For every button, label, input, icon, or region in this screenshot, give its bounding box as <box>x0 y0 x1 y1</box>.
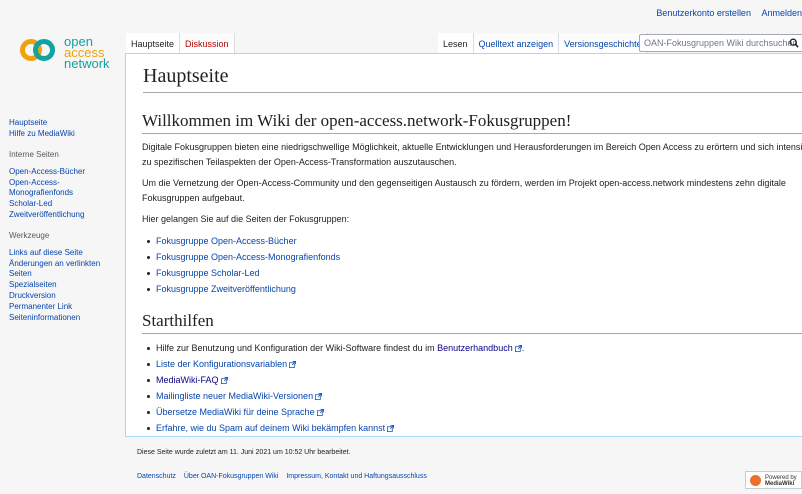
powered-by-mediawiki-badge[interactable]: Powered by MediaWiki <box>745 471 802 489</box>
list-item: Fokusgruppe Open-Access-Monografienfonds <box>147 249 802 265</box>
create-account-link[interactable]: Benutzerkonto erstellen <box>656 8 751 18</box>
privacy-link[interactable]: Datenschutz <box>137 473 176 480</box>
list-item: Fokusgruppe Open-Access-Bücher <box>147 233 802 249</box>
external-link-icon <box>289 361 297 368</box>
list-item: Fokusgruppe Scholar-Led <box>147 265 802 281</box>
spam-link[interactable]: Erfahre, wie du Spam auf deinem Wiki bek… <box>156 423 385 433</box>
sidebar-item-secondary-publication[interactable]: Zweitveröffentlichung <box>9 210 121 220</box>
sidebar-item-oa-monograph-funds[interactable]: Open-Access-Monografienfonds <box>9 178 121 198</box>
powered-by-text: Powered by MediaWiki <box>765 475 797 487</box>
search-icon[interactable] <box>789 38 799 48</box>
sidebar-heading-tools: Werkzeuge <box>9 231 50 240</box>
list-item: Fokusgruppe Zweitveröffentlichung <box>147 281 802 297</box>
page-body: Willkommen im Wiki der open-access.netwo… <box>142 111 802 442</box>
focus-group-link-scholar-led[interactable]: Fokusgruppe Scholar-Led <box>156 268 260 278</box>
mediawiki-flower-icon <box>750 475 761 486</box>
focus-group-link-monograph-funds[interactable]: Fokusgruppe Open-Access-Monografienfonds <box>156 252 340 262</box>
logo-text-network: network <box>64 56 110 71</box>
help-end: . <box>521 343 525 353</box>
powered-by-line2: MediaWiki <box>765 481 795 487</box>
mailing-list-link[interactable]: Mailingliste neuer MediaWiki-Versionen <box>156 391 313 401</box>
sidebar-heading-internal: Interne Seiten <box>9 150 59 159</box>
list-item: Liste der Konfigurationsvariablen <box>147 356 802 372</box>
sidebar-item-help[interactable]: Hilfe zu MediaWiki <box>9 129 121 139</box>
sidebar-tools: Links auf diese Seite Änderungen an verl… <box>9 248 121 323</box>
start-help-heading: Starthilfen <box>142 311 802 334</box>
tab-discussion[interactable]: Diskussion <box>180 33 235 53</box>
tab-main-page[interactable]: Hauptseite <box>126 33 181 53</box>
config-vars-link[interactable]: Liste der Konfigurationsvariablen <box>156 359 287 369</box>
help-text: Hilfe zur Benutzung und Konfiguration de… <box>156 343 438 353</box>
list-item: Erfahre, wie du Spam auf deinem Wiki bek… <box>147 420 802 436</box>
page-title: Hauptseite <box>143 65 802 93</box>
user-guide-link[interactable]: Benutzerhandbuch <box>437 343 513 353</box>
sidebar-navigation: Hauptseite Hilfe zu MediaWiki <box>9 118 121 139</box>
sidebar: Hauptseite Hilfe zu MediaWiki Interne Se… <box>9 118 121 324</box>
namespace-tabs: Hauptseite Diskussion <box>126 33 235 53</box>
about-link[interactable]: Über OAN-Fokusgruppen Wiki <box>184 473 279 480</box>
list-item: Mailingliste neuer MediaWiki-Versionen <box>147 388 802 404</box>
content-area: Hauptseite Willkommen im Wiki der open-a… <box>125 53 802 437</box>
intro-paragraph-1: Digitale Fokusgruppen bieten eine niedri… <box>142 142 802 167</box>
imprint-link[interactable]: Impressum, Kontakt und Haftungsausschlus… <box>286 473 426 480</box>
focus-group-list: Fokusgruppe Open-Access-Bücher Fokusgrup… <box>142 233 802 297</box>
external-link-icon <box>220 377 228 384</box>
sidebar-item-scholar-led[interactable]: Scholar-Led <box>9 199 121 209</box>
footer: Diese Seite wurde zuletzt am 11. Juni 20… <box>137 449 427 480</box>
view-tabs: Lesen Quelltext anzeigen Versionsgeschic… <box>438 33 648 53</box>
focus-group-link-secondary-publication[interactable]: Fokusgruppe Zweitveröffentlichung <box>156 284 296 294</box>
faq-link[interactable]: MediaWiki-FAQ <box>156 375 219 385</box>
focus-group-link-oa-books[interactable]: Fokusgruppe Open-Access-Bücher <box>156 236 297 246</box>
logo-ring-teal <box>33 39 55 61</box>
tab-view-source[interactable]: Quelltext anzeigen <box>473 33 560 53</box>
sidebar-item-oa-books[interactable]: Open-Access-Bücher <box>9 167 121 177</box>
sidebar-item-main-page[interactable]: Hauptseite <box>9 118 121 128</box>
translate-link[interactable]: Übersetze MediaWiki für deine Sprache <box>156 407 315 417</box>
external-link-icon <box>316 409 324 416</box>
search-input[interactable]: OAN-Fokusgruppen Wiki durchsuchen <box>639 34 802 52</box>
sidebar-item-page-info[interactable]: Seiteninformationen <box>9 313 121 323</box>
external-link-icon <box>315 393 323 400</box>
intro-paragraph-3: Hier gelangen Sie auf die Seiten der Fok… <box>142 214 350 224</box>
welcome-heading: Willkommen im Wiki der open-access.netwo… <box>142 111 802 134</box>
last-modified: Diese Seite wurde zuletzt am 11. Juni 20… <box>137 449 351 456</box>
tab-history[interactable]: Versionsgeschichte <box>559 33 648 53</box>
login-link[interactable]: Anmelden <box>761 8 802 18</box>
list-item: MediaWiki-FAQ <box>147 372 802 388</box>
site-logo[interactable]: open access network <box>20 35 125 76</box>
sidebar-item-related-changes[interactable]: Änderungen an verlinkten Seiten <box>9 259 121 279</box>
external-link-icon <box>514 345 522 352</box>
sidebar-item-printable[interactable]: Druckversion <box>9 291 121 301</box>
list-item: Übersetze MediaWiki für deine Sprache <box>147 404 802 420</box>
external-link-icon <box>387 425 395 432</box>
tab-read[interactable]: Lesen <box>438 33 474 53</box>
footer-links: Datenschutz Über OAN-Fokusgruppen Wiki I… <box>137 473 433 480</box>
search-placeholder: OAN-Fokusgruppen Wiki durchsuchen <box>644 38 798 48</box>
personal-tools: Benutzerkonto erstellen Anmelden <box>648 8 802 18</box>
sidebar-internal-pages: Open-Access-Bücher Open-Access-Monografi… <box>9 167 121 220</box>
sidebar-item-permalink[interactable]: Permanenter Link <box>9 302 121 312</box>
sidebar-item-what-links-here[interactable]: Links auf diese Seite <box>9 248 121 258</box>
start-help-list: Hilfe zur Benutzung und Konfiguration de… <box>142 340 802 436</box>
sidebar-item-special-pages[interactable]: Spezialseiten <box>9 280 121 290</box>
intro-paragraph-2: Um die Vernetzung der Open-Access-Commun… <box>142 178 786 203</box>
list-item: Hilfe zur Benutzung und Konfiguration de… <box>147 340 802 356</box>
